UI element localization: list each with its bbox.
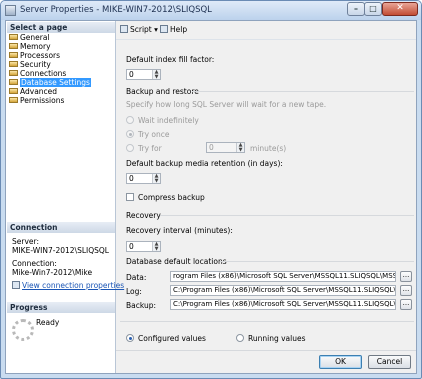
- page-icon: [9, 61, 18, 67]
- window-title: Server Properties - MIKE-WIN7-2012\SLIQS…: [20, 5, 212, 15]
- backup-description: Specify how long SQL Server will wait fo…: [126, 100, 327, 109]
- try-for-label: Try for: [138, 144, 162, 153]
- page-item-memory[interactable]: Memory: [9, 42, 51, 51]
- close-icon: ✕: [396, 3, 404, 13]
- data-browse-button[interactable]: ...: [400, 271, 412, 282]
- data-path-input[interactable]: rogram Files (x86)\Microsoft SQL Server\…: [170, 271, 396, 282]
- connection-properties-icon: [12, 281, 20, 289]
- divider: [120, 321, 414, 322]
- dialog-client: Select a page General Memory Processors …: [5, 20, 417, 374]
- backup-path-label: Backup:: [126, 301, 157, 310]
- page-icon: [9, 79, 18, 85]
- maximize-icon: □: [369, 4, 377, 13]
- help-button[interactable]: Help: [160, 25, 187, 34]
- page-item-advanced[interactable]: Advanced: [9, 87, 57, 96]
- backup-path-input[interactable]: C:\Program Files (x86)\Microsoft SQL Ser…: [170, 299, 396, 310]
- divider: [192, 91, 414, 92]
- view-connection-link[interactable]: View connection properties: [12, 281, 124, 290]
- dropdown-arrow-icon: ▾: [154, 25, 158, 34]
- left-pane: Select a page General Memory Processors …: [6, 21, 124, 373]
- page-icon: [9, 52, 18, 58]
- page-item-permissions[interactable]: Permissions: [9, 96, 64, 105]
- wait-indefinitely-label: Wait indefinitely: [138, 116, 199, 125]
- divider: [160, 215, 414, 216]
- ok-button[interactable]: OK: [319, 355, 362, 369]
- minimize-button[interactable]: –: [347, 2, 365, 16]
- progress-header: Progress: [7, 302, 115, 313]
- backup-browse-button[interactable]: ...: [400, 299, 412, 310]
- retention-input[interactable]: 0 ▲ ▼: [126, 173, 161, 184]
- recovery-interval-input[interactable]: 0 ▲ ▼: [126, 241, 161, 252]
- fill-factor-input[interactable]: 0 ▲ ▼: [126, 69, 161, 80]
- help-icon: [160, 25, 168, 33]
- wait-indefinitely-radio[interactable]: [126, 116, 134, 124]
- progress-status: Ready: [36, 318, 60, 327]
- log-path-input[interactable]: C:\Program Files (x86)\Microsoft SQL Ser…: [170, 285, 396, 296]
- server-properties-window: Server Properties - MIKE-WIN7-2012\SLIQS…: [0, 0, 422, 379]
- try-for-input[interactable]: 0 ▲ ▼: [206, 142, 245, 153]
- page-item-security[interactable]: Security: [9, 60, 51, 69]
- spin-arrows-icon[interactable]: ▲ ▼: [152, 174, 160, 183]
- page-icon: [9, 70, 18, 76]
- divider: [220, 261, 414, 262]
- spin-arrows-icon[interactable]: ▲ ▼: [236, 143, 244, 152]
- backup-restore-header: Backup and restore: [126, 87, 199, 96]
- divider: [116, 350, 416, 351]
- server-icon: [5, 5, 16, 16]
- recovery-header: Recovery: [126, 211, 161, 220]
- log-browse-button[interactable]: ...: [400, 285, 412, 296]
- running-values-label: Running values: [248, 334, 306, 343]
- default-locations-header: Database default locations: [126, 257, 227, 266]
- script-button[interactable]: Script ▾: [120, 25, 158, 34]
- data-label: Data:: [126, 273, 147, 282]
- recovery-interval-label: Recovery interval (minutes):: [126, 226, 233, 235]
- try-once-label: Try once: [138, 130, 170, 139]
- server-value: MIKE-WIN7-2012\SLIQSQL: [12, 246, 109, 255]
- spin-arrows-icon[interactable]: ▲ ▼: [152, 242, 160, 251]
- page-item-connections[interactable]: Connections: [9, 69, 66, 78]
- page-icon: [9, 34, 18, 40]
- configured-values-radio[interactable]: [126, 334, 134, 342]
- server-label: Server:: [12, 237, 39, 246]
- page-icon: [9, 43, 18, 49]
- page-item-general[interactable]: General: [9, 33, 50, 42]
- close-button[interactable]: ✕: [382, 2, 418, 16]
- retention-label: Default backup media retention (in days)…: [126, 159, 283, 168]
- page-icon: [9, 97, 18, 103]
- main-pane: Script ▾ Help Default index fill factor:…: [116, 21, 416, 373]
- compress-backup-label: Compress backup: [138, 193, 205, 202]
- compress-backup-checkbox[interactable]: [126, 193, 134, 201]
- cancel-button[interactable]: Cancel: [368, 355, 411, 369]
- connection-value: Mike-Win7-2012\Mike: [12, 268, 93, 277]
- maximize-button[interactable]: □: [364, 2, 382, 16]
- toolbar: Script ▾ Help: [116, 21, 416, 40]
- connection-header: Connection: [7, 222, 115, 233]
- page-icon: [9, 88, 18, 94]
- try-for-radio[interactable]: [126, 144, 134, 152]
- progress-spinner-icon: [12, 319, 34, 341]
- script-icon: [120, 25, 128, 33]
- configured-values-label: Configured values: [138, 334, 206, 343]
- fill-factor-label: Default index fill factor:: [126, 55, 215, 64]
- title-bar[interactable]: Server Properties - MIKE-WIN7-2012\SLIQS…: [1, 1, 421, 20]
- running-values-radio[interactable]: [236, 334, 244, 342]
- log-label: Log:: [126, 287, 142, 296]
- select-page-header: Select a page: [7, 22, 115, 33]
- minutes-label: minute(s): [250, 144, 287, 153]
- page-item-processors[interactable]: Processors: [9, 51, 60, 60]
- minimize-icon: –: [354, 4, 358, 13]
- try-once-radio[interactable]: [126, 130, 134, 138]
- page-item-database-settings[interactable]: Database Settings: [9, 78, 91, 87]
- connection-label: Connection:: [12, 259, 57, 268]
- spin-arrows-icon[interactable]: ▲ ▼: [152, 70, 160, 79]
